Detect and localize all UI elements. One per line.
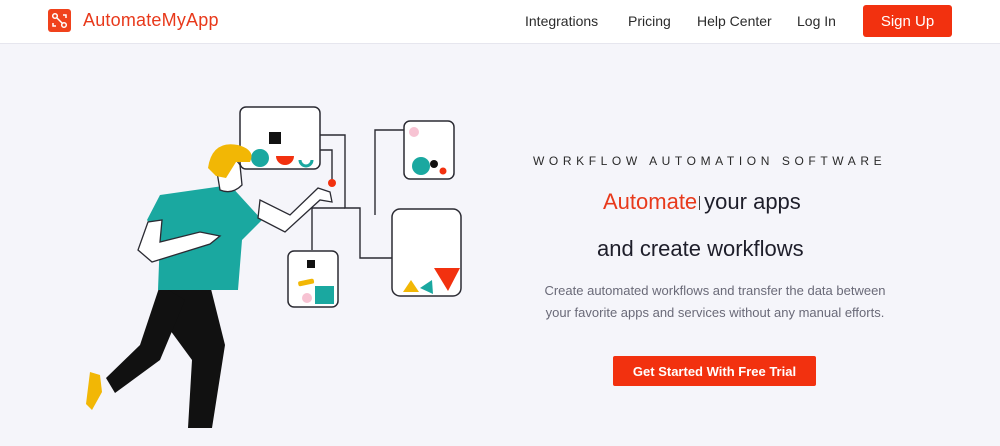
- sign-up-button[interactable]: Sign Up: [863, 5, 952, 37]
- headline-rest: your apps: [704, 189, 801, 214]
- nav-link-pricing[interactable]: Pricing: [628, 13, 671, 29]
- nav-link-integrations[interactable]: Integrations: [525, 13, 598, 29]
- brand-name: AutomateMyApp: [83, 10, 219, 30]
- hero-description-line2: your favorite apps and services without …: [545, 305, 885, 320]
- nav-link-login[interactable]: Log In: [797, 13, 836, 29]
- headline-accent-word: Automate: [603, 189, 698, 214]
- hero-headline-line2: and create workflows: [597, 236, 804, 261]
- hero-description: Create automated workflows and transfer …: [520, 280, 910, 324]
- get-started-free-trial-button[interactable]: Get Started With Free Trial: [613, 356, 816, 386]
- hero-eyebrow: WORKFLOW AUTOMATION SOFTWARE: [533, 154, 887, 168]
- hero-illustration: [60, 45, 480, 446]
- hero-headline: Automate your apps: [603, 189, 801, 215]
- top-navigation-bar: AutomateMyApp Integrations Pricing Help …: [0, 0, 1000, 44]
- nav-link-help-center[interactable]: Help Center: [697, 13, 772, 29]
- workflow-nodes-logo-icon: [48, 9, 71, 32]
- hero-description-line1: Create automated workflows and transfer …: [544, 283, 886, 298]
- brand-logo-link[interactable]: AutomateMyApp: [48, 9, 219, 32]
- typing-cursor: [699, 196, 701, 210]
